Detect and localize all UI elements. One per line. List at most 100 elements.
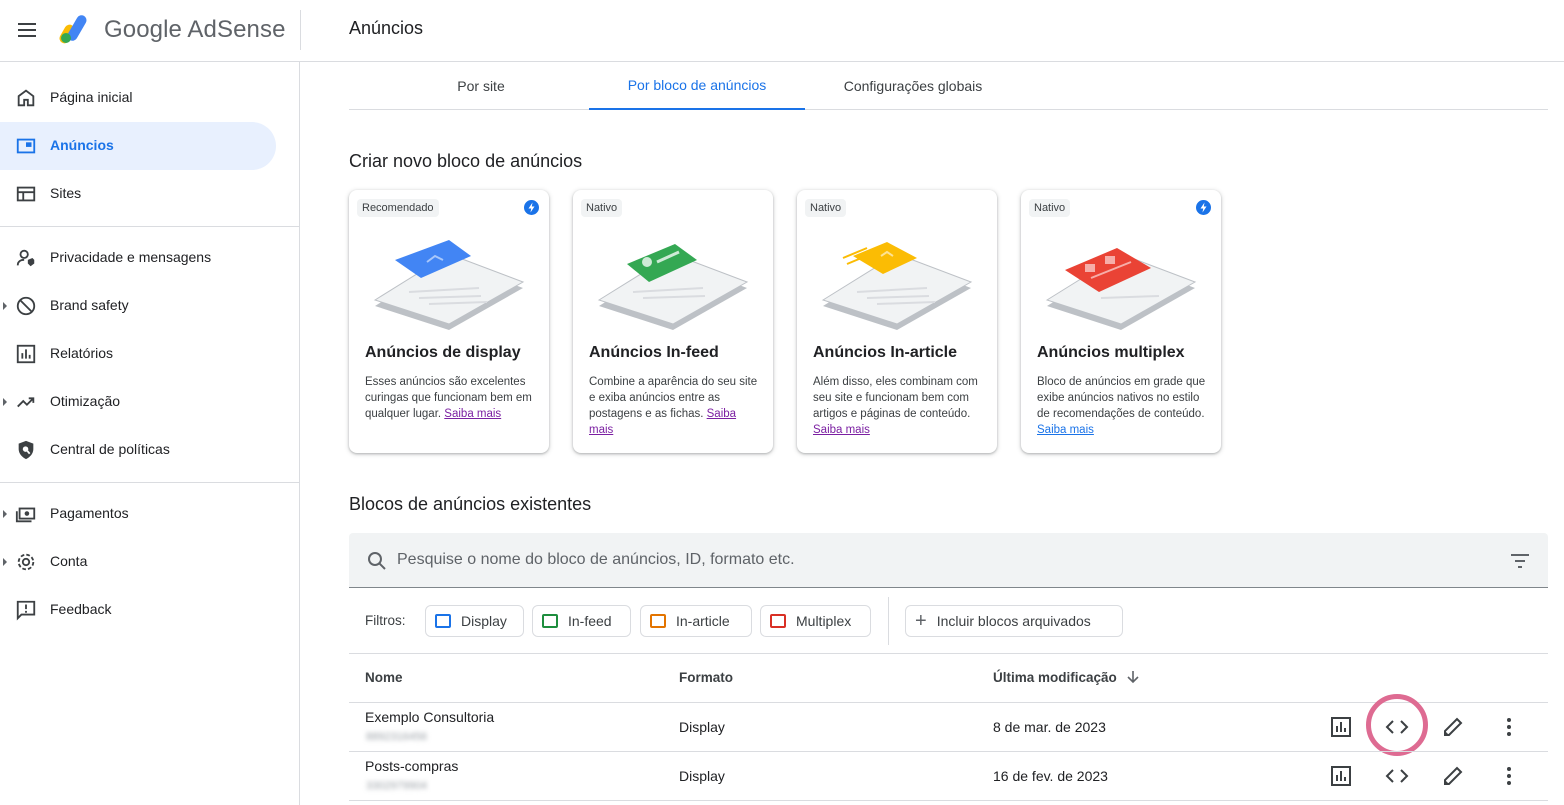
expand-caret-icon xyxy=(3,510,7,518)
reports-icon xyxy=(16,344,36,364)
page-title: Anúncios xyxy=(349,18,424,38)
filters-divider xyxy=(888,597,889,645)
search-icon xyxy=(368,552,386,570)
card-badge: Nativo xyxy=(1029,199,1071,217)
expand-caret-icon xyxy=(3,558,7,566)
card-description-text: Bloco de anúncios em grade que exibe anú… xyxy=(1037,376,1206,420)
ad-unit-last-modified: 8 de mar. de 2023 xyxy=(993,719,1106,735)
divider xyxy=(300,10,301,50)
edit-pencil-icon[interactable] xyxy=(1441,715,1465,739)
sidebar-item-reports[interactable]: Relatórios xyxy=(0,330,276,378)
learn-more-link[interactable]: Saiba mais xyxy=(444,408,501,420)
code-icon[interactable] xyxy=(1385,764,1409,788)
bolt-icon xyxy=(1196,200,1211,215)
highlight-ring xyxy=(1366,694,1428,756)
sidebar-item-account[interactable]: Conta xyxy=(0,538,276,586)
search-input[interactable] xyxy=(397,533,1477,587)
display-ads-card[interactable]: Recomendado Anúncios de display Esses an… xyxy=(349,190,549,453)
card-badge: Nativo xyxy=(581,199,623,217)
sidebar-divider xyxy=(0,226,300,227)
sidebar-item-sites[interactable]: Sites xyxy=(0,170,276,218)
chip-label: In-article xyxy=(676,613,730,629)
ad-unit-name[interactable]: Posts-compras xyxy=(365,758,458,774)
card-badge: Nativo xyxy=(805,199,847,217)
table-rule xyxy=(349,800,1548,801)
learn-more-link[interactable]: Saiba mais xyxy=(813,424,870,436)
edit-pencil-icon[interactable] xyxy=(1441,764,1465,788)
sites-icon xyxy=(16,186,36,202)
filter-chip-multiplex[interactable]: Multiplex xyxy=(760,605,871,637)
chip-label: Display xyxy=(461,613,507,629)
sort-descending-icon[interactable] xyxy=(1126,670,1140,684)
bolt-icon xyxy=(524,200,539,215)
tab-bar: Por site Por bloco de anúncios Configura… xyxy=(349,62,1548,110)
chip-label: Multiplex xyxy=(796,613,852,629)
ad-unit-name[interactable]: Exemplo Consultoria xyxy=(365,709,494,725)
report-icon[interactable] xyxy=(1329,764,1353,788)
display-ad-illustration xyxy=(373,240,525,330)
policy-shield-icon xyxy=(18,440,34,460)
multiplex-ads-card[interactable]: Nativo Anúncios multiplex Bloco de anúnc… xyxy=(1021,190,1221,453)
sidebar-item-policy-center[interactable]: Central de políticas xyxy=(0,426,276,474)
sidebar-item-feedback[interactable]: Feedback xyxy=(0,586,276,634)
sidebar-item-label: Página inicial xyxy=(50,89,133,105)
card-description: Além disso, eles combinam com seu site e… xyxy=(813,374,983,438)
sidebar-item-label: Privacidade e mensagens xyxy=(50,249,212,265)
tab-global-settings[interactable]: Configurações globais xyxy=(821,62,1005,110)
tab-by-site[interactable]: Por site xyxy=(413,62,549,110)
privacy-icon xyxy=(16,249,35,267)
home-icon xyxy=(17,89,35,107)
create-section-title: Criar novo bloco de anúncios xyxy=(349,151,583,171)
infeed-ads-card[interactable]: Nativo Anúncios In-feed Combine a aparên… xyxy=(573,190,773,453)
sidebar-item-label: Pagamentos xyxy=(50,505,129,521)
trending-icon xyxy=(17,397,35,408)
block-icon xyxy=(16,296,36,316)
infeed-format-icon xyxy=(542,614,558,628)
ads-icon xyxy=(16,138,36,154)
tab-by-ad-unit[interactable]: Por bloco de anúncios xyxy=(589,62,805,110)
sidebar-item-label: Brand safety xyxy=(50,297,129,313)
adsense-logo xyxy=(59,15,87,44)
more-vert-icon[interactable] xyxy=(1497,715,1521,739)
card-title: Anúncios In-article xyxy=(813,344,958,361)
filter-chip-inarticle[interactable]: In-article xyxy=(640,605,752,637)
sidebar-item-label: Feedback xyxy=(50,601,112,617)
sidebar: Página inicial Anúncios Sites Privacidad… xyxy=(0,62,300,805)
sidebar-item-privacy[interactable]: Privacidade e mensagens xyxy=(0,234,276,282)
card-badge: Recomendado xyxy=(357,199,439,217)
column-header-format[interactable]: Formato xyxy=(679,670,733,685)
sidebar-item-brand-safety[interactable]: Brand safety xyxy=(0,282,276,330)
card-title: Anúncios multiplex xyxy=(1037,344,1185,361)
sidebar-item-optimization[interactable]: Otimização xyxy=(0,378,276,426)
sidebar-item-label: Anúncios xyxy=(50,137,114,153)
filter-list-icon[interactable] xyxy=(1510,553,1530,569)
table-row[interactable] xyxy=(349,752,1548,800)
filter-chip-infeed[interactable]: In-feed xyxy=(532,605,631,637)
card-title: Anúncios de display xyxy=(365,344,521,361)
ad-unit-format: Display xyxy=(679,719,725,735)
more-vert-icon[interactable] xyxy=(1497,764,1521,788)
card-description-text: Além disso, eles combinam com seu site e… xyxy=(813,376,978,420)
column-header-last-modified[interactable]: Última modificação xyxy=(993,670,1117,685)
report-icon[interactable] xyxy=(1329,715,1353,739)
inarticle-format-icon xyxy=(650,614,666,628)
infeed-ad-illustration xyxy=(597,244,749,330)
menu-icon[interactable] xyxy=(14,19,40,43)
sidebar-item-ads[interactable]: Anúncios xyxy=(0,122,276,170)
sidebar-item-home[interactable]: Página inicial xyxy=(0,74,276,122)
ad-unit-last-modified: 16 de fev. de 2023 xyxy=(993,768,1108,784)
ad-unit-id: 8892316456 xyxy=(366,731,428,743)
multiplex-format-icon xyxy=(770,614,786,628)
existing-section-title: Blocos de anúncios existentes xyxy=(349,494,592,514)
include-archived-chip[interactable]: + Incluir blocos arquivados xyxy=(905,605,1123,637)
sidebar-item-label: Conta xyxy=(50,553,88,569)
sidebar-item-payments[interactable]: Pagamentos xyxy=(0,490,276,538)
inarticle-ads-card[interactable]: Nativo Anúncios In-article Além disso, e… xyxy=(797,190,997,453)
filter-chip-display[interactable]: Display xyxy=(425,605,524,637)
display-format-icon xyxy=(435,614,451,628)
column-header-name[interactable]: Nome xyxy=(365,670,403,685)
ad-unit-id: 3302979904 xyxy=(366,780,428,792)
sidebar-divider xyxy=(0,482,300,483)
plus-icon: + xyxy=(915,610,927,632)
learn-more-link[interactable]: Saiba mais xyxy=(1037,424,1094,436)
